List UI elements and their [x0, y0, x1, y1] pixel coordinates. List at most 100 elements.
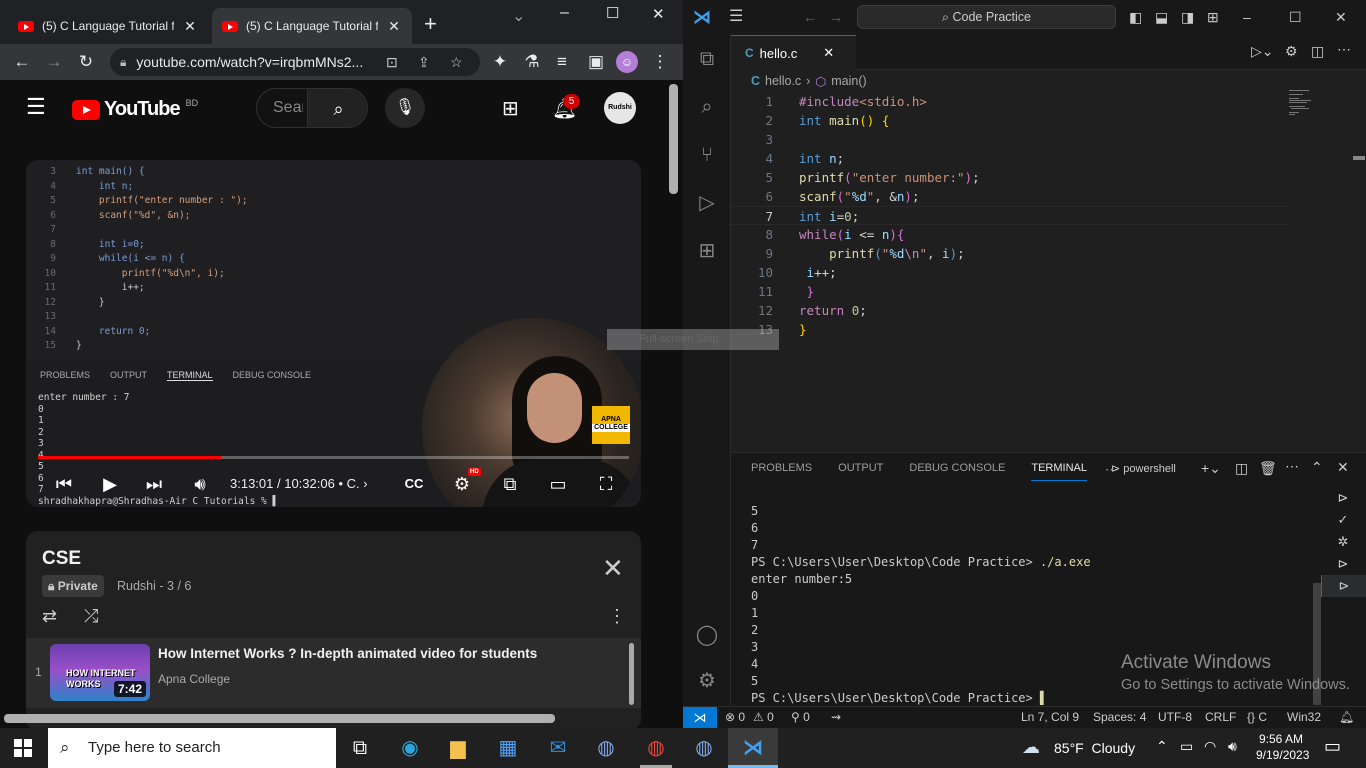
- video-player[interactable]: 3 int main() {4 int n; 5 printf("enter num…: [26, 160, 641, 507]
- code-line[interactable]: 9 printf("%d\n", i);: [731, 244, 1291, 263]
- code-line[interactable]: 1 #include<stdio.h>: [731, 92, 1291, 111]
- chapter-label[interactable]: • C.: [338, 476, 359, 491]
- chrome-icon-3[interactable]: ◍: [690, 734, 718, 762]
- close-tab-icon[interactable]: ✕: [182, 18, 198, 35]
- code-line[interactable]: 8 while(i <= n){: [731, 225, 1291, 244]
- close-window-button[interactable]: ✕: [1335, 8, 1347, 26]
- terminal-output[interactable]: 5 6 7 PS C:\Users\User\Desktop\Code Practic…: [751, 503, 1091, 707]
- wifi-icon[interactable]: ◠: [1204, 738, 1216, 755]
- user-avatar[interactable]: Rudshi: [604, 92, 636, 124]
- labs-flask-icon[interactable]: ⚗: [520, 50, 544, 74]
- close-tab-icon[interactable]: ✕: [823, 45, 834, 61]
- accounts-icon[interactable]: ◯: [695, 623, 719, 647]
- reload-icon[interactable]: ↻: [74, 50, 98, 74]
- file-explorer-icon[interactable]: ▆: [444, 734, 472, 762]
- new-tab-button[interactable]: +: [424, 12, 437, 36]
- menu-kebab-icon[interactable]: ⋮: [648, 50, 672, 74]
- breadcrumb-symbol[interactable]: main(): [831, 74, 866, 88]
- platform-config[interactable]: Win32: [1287, 710, 1321, 724]
- taskbar-clock[interactable]: 9:56 AM 9/19/2023: [1256, 731, 1309, 763]
- language-mode[interactable]: {} C: [1247, 710, 1267, 724]
- code-line[interactable]: 3: [731, 130, 1291, 149]
- warnings-count[interactable]: ⚠ 0: [753, 710, 774, 724]
- terminal-tab-icon[interactable]: ⊳: [1334, 555, 1352, 573]
- split-editor-icon[interactable]: ◫: [1311, 43, 1324, 60]
- new-terminal-icon[interactable]: +⌄: [1201, 460, 1221, 477]
- playlist-scrollbar[interactable]: [629, 643, 634, 705]
- profile-avatar[interactable]: ☺: [616, 51, 638, 73]
- playlist-item[interactable]: 1 HOW INTERNET WORKS 7:42 How Internet W…: [26, 638, 641, 708]
- playlist-video-title[interactable]: How Internet Works ? In-depth animated v…: [158, 646, 537, 661]
- split-terminal-icon[interactable]: ◫: [1235, 460, 1248, 477]
- debug-launch-icon[interactable]: ⇝: [831, 710, 841, 724]
- toggle-sidebar-icon[interactable]: ◧: [1129, 8, 1142, 26]
- volume-icon[interactable]: 🔊︎: [1228, 738, 1237, 755]
- panel-tab-terminal[interactable]: TERMINAL: [1031, 462, 1087, 481]
- miniplayer-icon[interactable]: ⧉: [496, 470, 524, 498]
- voice-search-mic-icon[interactable]: 🎙︎: [385, 88, 425, 128]
- maximize-button[interactable]: ☐: [606, 4, 619, 22]
- vertical-scrollbar[interactable]: [669, 84, 678, 194]
- next-icon[interactable]: ⏭: [140, 470, 168, 498]
- notifications-bell-icon[interactable]: 🔔︎: [1339, 710, 1354, 724]
- settings-gear-icon[interactable]: ⚙: [1285, 43, 1298, 60]
- nav-back-icon[interactable]: ←: [803, 8, 817, 26]
- video-thumbnail[interactable]: HOW INTERNET WORKS 7:42: [50, 644, 150, 701]
- editor-tab-hello-c[interactable]: C hello.c ✕: [731, 35, 856, 70]
- code-line[interactable]: 7 int i=0;: [731, 206, 1291, 225]
- play-icon[interactable]: ▶: [96, 470, 124, 498]
- minimap[interactable]: [1289, 90, 1365, 160]
- loop-icon[interactable]: ⇄: [42, 606, 57, 627]
- command-center[interactable]: ⌕ Code Practice: [857, 5, 1116, 29]
- windows-start-icon[interactable]: [14, 739, 32, 757]
- search-icon[interactable]: ⌕: [695, 95, 719, 119]
- extensions-icon[interactable]: ⊞: [695, 239, 719, 263]
- extensions-icon[interactable]: ✦: [488, 50, 512, 74]
- theater-mode-icon[interactable]: ▭: [544, 470, 572, 498]
- minimize-button[interactable]: –: [1243, 8, 1251, 26]
- notification-center-icon[interactable]: ▭: [1324, 736, 1341, 757]
- panel-more-actions-icon[interactable]: ⋯: [1285, 458, 1299, 475]
- captions-icon[interactable]: CC: [400, 470, 428, 498]
- toggle-secondary-sidebar-icon[interactable]: ◨: [1181, 8, 1194, 26]
- toggle-panel-icon[interactable]: ⬓: [1155, 8, 1168, 26]
- terminal-tab-active-icon[interactable]: ⊳: [1321, 575, 1366, 597]
- errors-count[interactable]: ⊗ 0: [725, 710, 745, 724]
- back-icon[interactable]: ←: [10, 50, 34, 74]
- code-line[interactable]: 5 printf("enter number:");: [731, 168, 1291, 187]
- terminal-tab-icon[interactable]: ⊳: [1334, 489, 1352, 507]
- share-icon[interactable]: ⇪: [418, 54, 430, 71]
- indentation[interactable]: Spaces: 4: [1093, 710, 1146, 724]
- playlist-video-channel[interactable]: Apna College: [158, 672, 230, 686]
- close-playlist-icon[interactable]: ✕: [602, 555, 624, 581]
- battery-icon[interactable]: ▭: [1180, 738, 1193, 755]
- media-queue-icon[interactable]: ≡: [550, 50, 574, 74]
- create-video-icon[interactable]: ⊞: [502, 96, 519, 121]
- breadcrumb-file[interactable]: hello.c: [765, 74, 801, 88]
- mail-icon[interactable]: ✉: [544, 734, 572, 762]
- code-line[interactable]: 11 }: [731, 282, 1291, 301]
- tab-search-icon[interactable]: ⌄: [512, 6, 525, 26]
- end-of-line[interactable]: CRLF: [1205, 710, 1236, 724]
- source-control-icon[interactable]: ⑂: [695, 143, 719, 167]
- chrome-icon-2[interactable]: ◍: [642, 734, 670, 762]
- chapter-chevron-icon[interactable]: ›: [363, 476, 367, 491]
- previous-icon[interactable]: ⏮: [50, 470, 78, 498]
- show-hidden-icons-chevron-icon[interactable]: ⌃: [1156, 738, 1168, 755]
- code-line[interactable]: 13}: [731, 320, 1291, 339]
- edge-browser-icon[interactable]: ◉: [396, 734, 424, 762]
- playlist-more-icon[interactable]: ⋮: [608, 606, 626, 627]
- more-actions-icon[interactable]: ⋯: [1337, 41, 1351, 58]
- panel-tab-debug-console[interactable]: DEBUG CONSOLE: [909, 462, 1005, 481]
- nav-forward-icon[interactable]: →: [829, 8, 843, 26]
- code-editor[interactable]: 1 #include<stdio.h> 2 int main() {3 4 int n; 5…: [731, 90, 1291, 350]
- youtube-logo[interactable]: YouTube BD: [72, 98, 198, 121]
- hamburger-menu-icon[interactable]: ☰: [26, 96, 46, 118]
- code-line[interactable]: 4 int n;: [731, 149, 1291, 168]
- weather-text[interactable]: 85°F Cloudy: [1054, 740, 1135, 756]
- panel-tab-problems[interactable]: PROBLEMS: [751, 462, 812, 481]
- microsoft-store-icon[interactable]: ▦: [494, 734, 522, 762]
- chrome-icon-1[interactable]: ◍: [592, 734, 620, 762]
- kill-terminal-trash-icon[interactable]: 🗑︎: [1259, 460, 1277, 477]
- minimize-button[interactable]: –: [560, 4, 569, 22]
